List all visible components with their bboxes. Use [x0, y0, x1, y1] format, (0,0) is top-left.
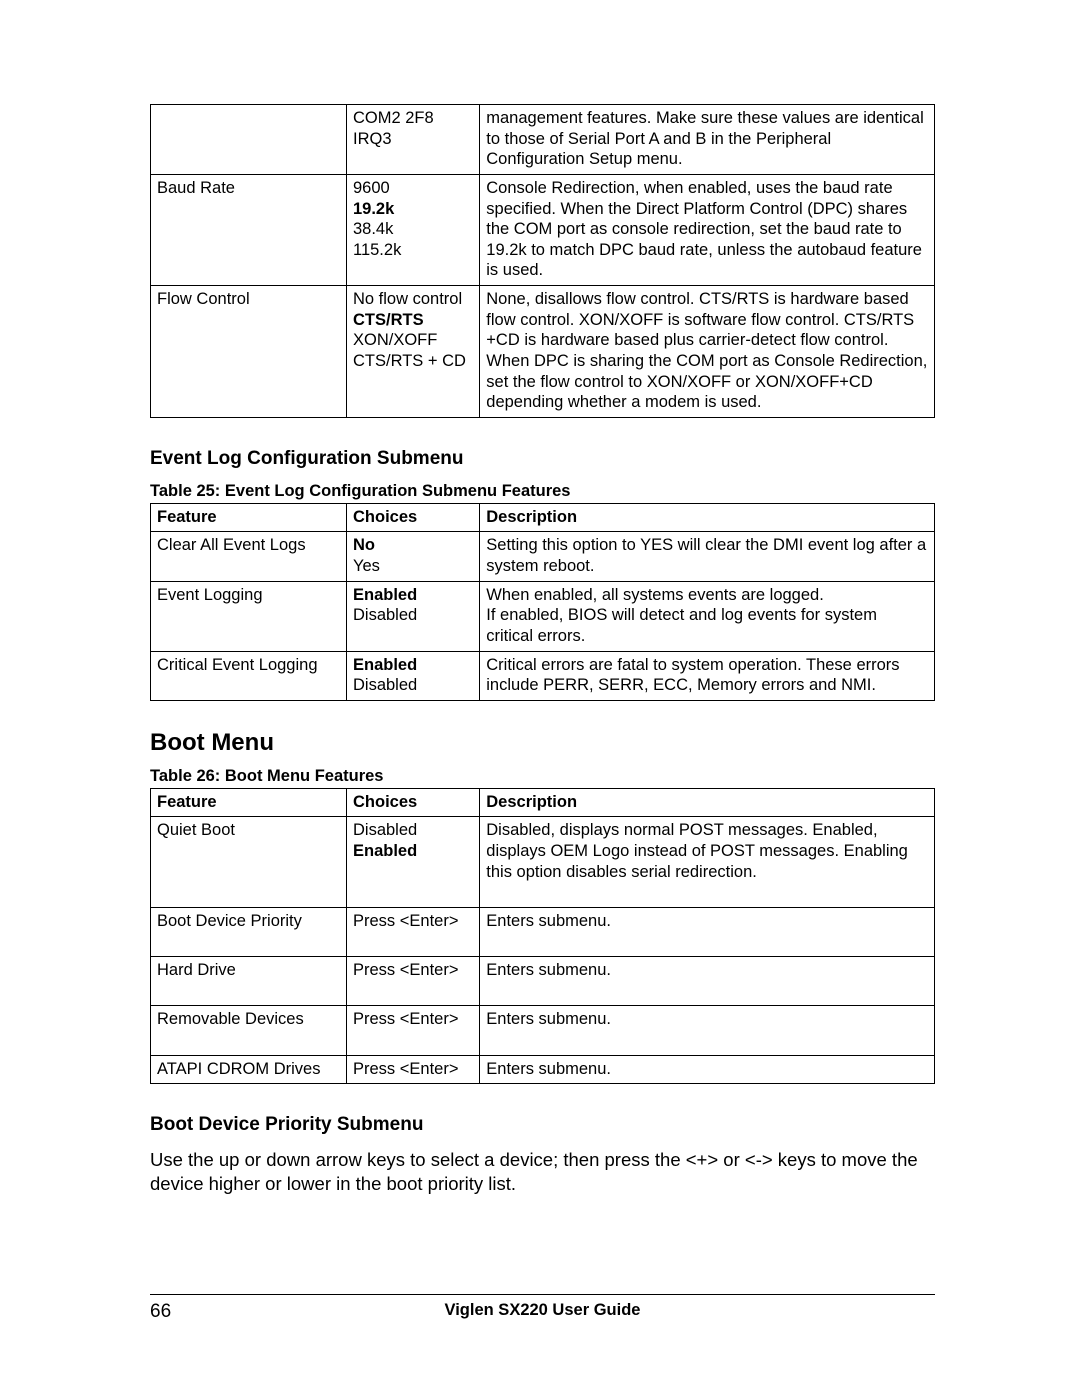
cell-feature: Clear All Event Logs [151, 532, 347, 581]
choice-option: COM2 2F8 IRQ3 [353, 109, 434, 148]
cell-choices: Disabled Enabled [347, 817, 480, 908]
choice-option: Press <Enter> [353, 912, 458, 930]
choice-option: No [353, 536, 375, 554]
choice-option: CTS/RTS [353, 311, 424, 329]
cell-feature: Hard Drive [151, 957, 347, 1006]
cell-feature: Flow Control [151, 286, 347, 418]
table-row: Quiet Boot Disabled Enabled Disabled, displ… [151, 817, 935, 908]
table25-caption: Table 25: Event Log Configuration Submen… [150, 482, 935, 501]
console-redirect-table-tail: COM2 2F8 IRQ3 management features. Make s… [150, 104, 935, 418]
cell-feature [151, 105, 347, 175]
cell-feature: ATAPI CDROM Drives [151, 1055, 347, 1084]
event-log-heading: Event Log Configuration Submenu [150, 448, 935, 470]
choice-option: CTS/RTS + CD [353, 352, 466, 370]
boot-menu-table: Feature Choices Description Quiet BootDi… [150, 788, 935, 1085]
table26-caption: Table 26: Boot Menu Features [150, 767, 935, 786]
cell-description: Enters submenu. [480, 907, 935, 956]
boot-menu-heading: Boot Menu [150, 729, 935, 757]
cell-description: Enters submenu. [480, 1006, 935, 1055]
event-log-table: Feature Choices Description Clear All Ev… [150, 503, 935, 701]
choice-option: Press <Enter> [353, 961, 458, 979]
cell-description: management features. Make sure these val… [480, 105, 935, 175]
page-footer: 66 Viglen SX220 User Guide [150, 1294, 935, 1323]
choice-option: Press <Enter> [353, 1060, 458, 1078]
cell-feature: Removable Devices [151, 1006, 347, 1055]
choice-option: Enabled [353, 586, 417, 604]
cell-feature: Baud Rate [151, 174, 347, 285]
cell-description: Disabled, displays normal POST messages.… [480, 817, 935, 908]
table-row: Event Logging Enabled Disabled When enabled… [151, 581, 935, 651]
cell-choices: Enabled Disabled [347, 581, 480, 651]
table-row: Baud Rate 9600 19.2k 38.4k 115.2k Console Red… [151, 174, 935, 285]
boot-priority-heading: Boot Device Priority Submenu [150, 1114, 935, 1136]
cell-description: None, disallows flow control. CTS/RTS is… [480, 286, 935, 418]
cell-description: Critical errors are fatal to system oper… [480, 651, 935, 700]
choice-option: Disabled [353, 606, 417, 624]
choice-option: 19.2k [353, 200, 394, 218]
cell-description: Console Redirection, when enabled, uses … [480, 174, 935, 285]
cell-choices: Press <Enter> [347, 957, 480, 1006]
choice-option: Yes [353, 557, 380, 575]
table-row: Clear All Event Logs No Yes Setting this op… [151, 532, 935, 581]
choice-option: Enabled [353, 842, 417, 860]
col-desc: Description [480, 503, 935, 532]
cell-choices: Press <Enter> [347, 907, 480, 956]
table-row: Hard Drive Press <Enter> Enters submenu. [151, 957, 935, 1006]
footer-title: Viglen SX220 User Guide [150, 1301, 935, 1320]
cell-choices: COM2 2F8 IRQ3 [347, 105, 480, 175]
choice-option: Disabled [353, 821, 417, 839]
cell-feature: Critical Event Logging [151, 651, 347, 700]
cell-choices: No Yes [347, 532, 480, 581]
choice-option: 115.2k [353, 241, 401, 259]
col-feature: Feature [151, 788, 347, 817]
choice-option: Enabled [353, 656, 417, 674]
cell-choices: Press <Enter> [347, 1055, 480, 1084]
choice-option: Press <Enter> [353, 1010, 458, 1028]
table-row: COM2 2F8 IRQ3 management features. Make s… [151, 105, 935, 175]
table-row: ATAPI CDROM Drives Press <Enter> Enters su… [151, 1055, 935, 1084]
cell-description: Enters submenu. [480, 957, 935, 1006]
cell-description: Enters submenu. [480, 1055, 935, 1084]
table-row: Flow Control No flow control CTS/RTS XON/XO… [151, 286, 935, 418]
cell-choices: Enabled Disabled [347, 651, 480, 700]
table-row: Boot Device Priority Press <Enter> Enters … [151, 907, 935, 956]
cell-feature: Quiet Boot [151, 817, 347, 908]
boot-priority-paragraph: Use the up or down arrow keys to select … [150, 1148, 935, 1196]
table-row: Removable Devices Press <Enter> Enters sub… [151, 1006, 935, 1055]
col-choices: Choices [347, 503, 480, 532]
cell-description: When enabled, all systems events are log… [480, 581, 935, 651]
col-choices: Choices [347, 788, 480, 817]
cell-feature: Boot Device Priority [151, 907, 347, 956]
table-row: Critical Event Logging Enabled Disabled Cri… [151, 651, 935, 700]
choice-option: 38.4k [353, 220, 393, 238]
choice-option: No flow control [353, 290, 462, 308]
choice-option: 9600 [353, 179, 390, 197]
cell-feature: Event Logging [151, 581, 347, 651]
choice-option: XON/XOFF [353, 331, 437, 349]
col-desc: Description [480, 788, 935, 817]
choice-option: Disabled [353, 676, 417, 694]
col-feature: Feature [151, 503, 347, 532]
cell-choices: No flow control CTS/RTS XON/XOFF CTS/RTS + … [347, 286, 480, 418]
cell-choices: Press <Enter> [347, 1006, 480, 1055]
cell-description: Setting this option to YES will clear th… [480, 532, 935, 581]
cell-choices: 9600 19.2k 38.4k 115.2k [347, 174, 480, 285]
